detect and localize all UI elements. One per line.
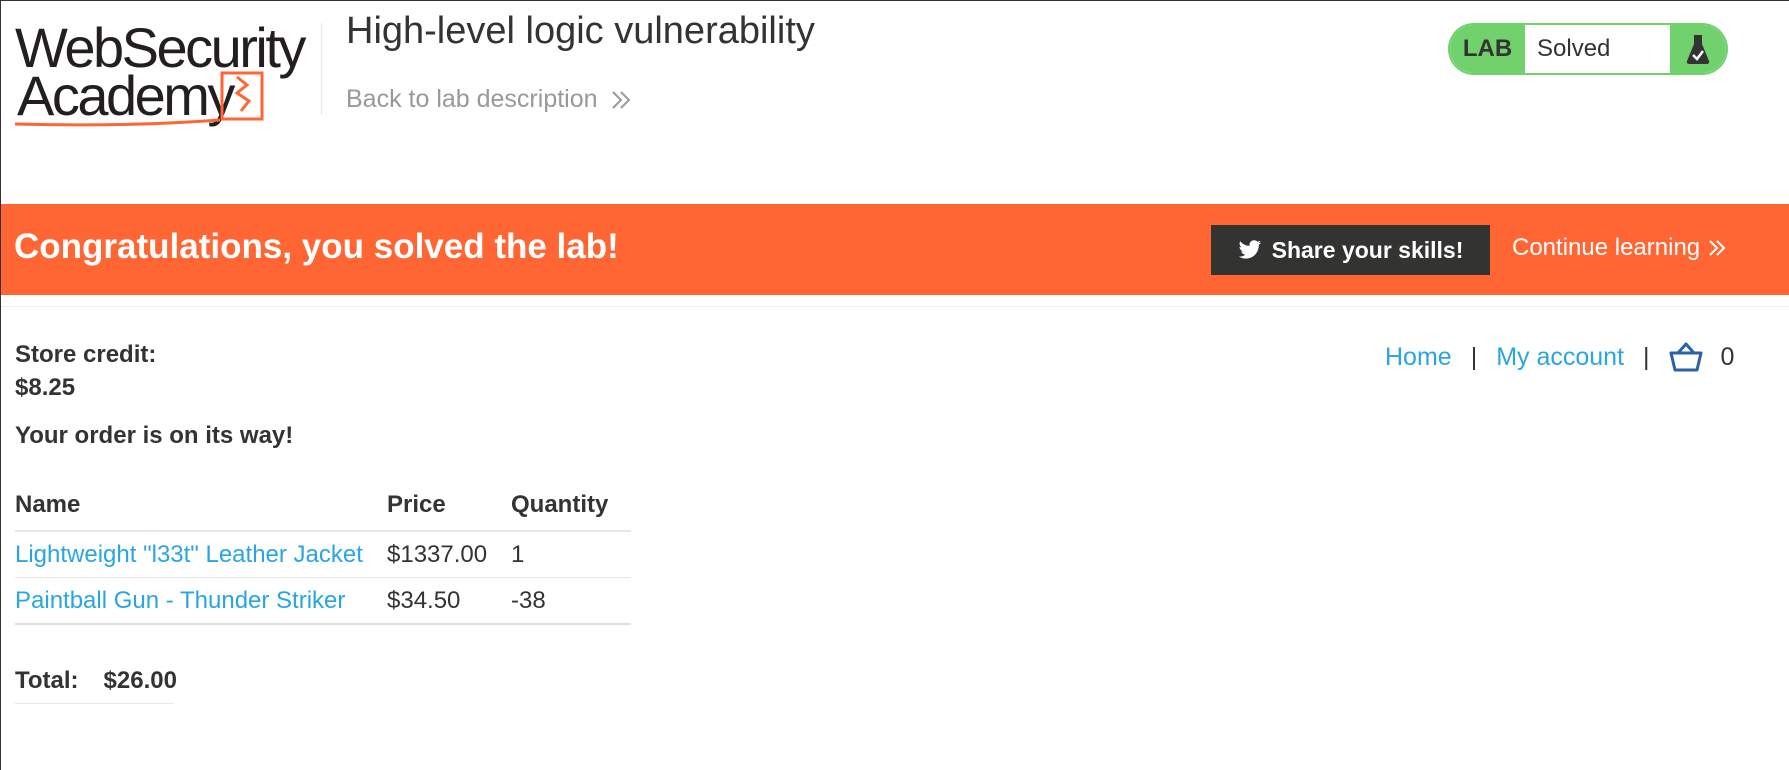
column-header-price: Price bbox=[387, 488, 511, 532]
lab-status-label: LAB bbox=[1450, 25, 1525, 73]
continue-learning-link[interactable]: Continue learning bbox=[1512, 234, 1728, 262]
header-divider bbox=[321, 23, 322, 115]
order-total: Total: $26.00 bbox=[15, 667, 177, 704]
store-credit-label: Store credit: bbox=[15, 341, 157, 368]
back-link-label: Back to lab description bbox=[346, 85, 598, 113]
basket-icon bbox=[1669, 342, 1703, 372]
lab-status-widget: LAB Solved bbox=[1448, 23, 1728, 75]
solved-banner: Congratulations, you solved the lab! Sha… bbox=[1, 204, 1789, 295]
store-credit-value: $8.25 bbox=[15, 374, 76, 401]
lab-title: High-level logic vulnerability bbox=[346, 10, 815, 52]
double-chevron-right-icon bbox=[611, 90, 630, 109]
banner-divider bbox=[1, 306, 1789, 307]
share-skills-button[interactable]: Share your skills! bbox=[1211, 225, 1490, 275]
product-price: $34.50 bbox=[387, 577, 511, 625]
back-to-lab-description-link[interactable]: Back to lab description bbox=[346, 85, 632, 114]
cart-count: 0 bbox=[1720, 342, 1735, 371]
nav-home-link[interactable]: Home bbox=[1385, 343, 1452, 372]
order-table: Name Price Quantity Lightweight "l33t" L… bbox=[15, 488, 631, 625]
nav-separator: | bbox=[1643, 342, 1650, 371]
logo-line2: Academy bbox=[17, 64, 235, 127]
congratulations-message: Congratulations, you solved the lab! bbox=[14, 227, 619, 266]
top-nav: Home | My account | 0 bbox=[1385, 339, 1734, 375]
lab-status-state: Solved bbox=[1537, 35, 1611, 62]
nav-separator: | bbox=[1470, 342, 1478, 371]
nav-my-account-link[interactable]: My account bbox=[1496, 343, 1624, 372]
product-price: $1337.00 bbox=[387, 531, 511, 578]
product-link[interactable]: Lightweight "l33t" Leather Jacket bbox=[15, 541, 363, 568]
web-security-academy-logo[interactable]: WebSecurity Academy bbox=[14, 16, 315, 131]
cart-link[interactable]: 0 bbox=[1669, 342, 1735, 372]
table-row: Lightweight "l33t" Leather Jacket $1337.… bbox=[15, 531, 631, 578]
table-row: Paintball Gun - Thunder Striker $34.50 -… bbox=[15, 577, 631, 625]
product-quantity: 1 bbox=[511, 531, 631, 578]
table-header-row: Name Price Quantity bbox=[15, 488, 631, 532]
share-skills-label: Share your skills! bbox=[1271, 236, 1464, 263]
order-confirmation-message: Your order is on its way! bbox=[15, 422, 294, 449]
product-quantity: -38 bbox=[511, 577, 631, 625]
product-link[interactable]: Paintball Gun - Thunder Striker bbox=[15, 587, 345, 614]
flask-check-icon bbox=[1670, 25, 1726, 73]
total-value: $26.00 bbox=[103, 667, 177, 694]
total-label: Total: bbox=[15, 667, 79, 694]
column-header-name: Name bbox=[15, 488, 387, 532]
continue-learning-label: Continue learning bbox=[1512, 234, 1701, 261]
twitter-icon bbox=[1238, 240, 1261, 259]
column-header-quantity: Quantity bbox=[511, 488, 631, 532]
double-chevron-right-icon bbox=[1709, 240, 1726, 256]
